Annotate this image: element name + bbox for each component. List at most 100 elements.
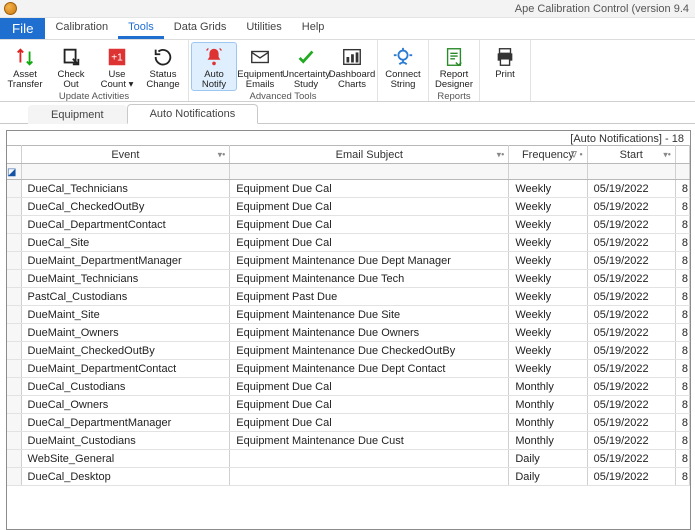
- grid-selector-header[interactable]: [7, 146, 21, 164]
- chart-icon: [341, 45, 363, 69]
- tab-auto-notifications[interactable]: Auto Notifications: [127, 104, 259, 124]
- table-cell: DueCal_DepartmentContact: [21, 216, 230, 234]
- grid-header-subject[interactable]: Email Subject▾•: [230, 146, 509, 164]
- equipment-emails-button[interactable]: EquipmentEmails: [237, 42, 283, 91]
- tab-equipment[interactable]: Equipment: [28, 105, 127, 124]
- table-cell: 05/19/2022: [587, 270, 675, 288]
- check-icon: [295, 45, 317, 69]
- table-cell: 8: [675, 396, 689, 414]
- table-cell: 8: [675, 360, 689, 378]
- table-row[interactable]: DueMaint_DepartmentContactEquipment Main…: [7, 360, 690, 378]
- table-cell: [7, 360, 21, 378]
- table-row[interactable]: WebSite_GeneralDaily05/19/20228: [7, 450, 690, 468]
- table-cell: Equipment Due Cal: [230, 414, 509, 432]
- table-cell: [7, 414, 21, 432]
- app-title: Ape Calibration Control (version 9.4: [515, 3, 689, 15]
- table-row[interactable]: DueCal_SiteEquipment Due CalWeekly05/19/…: [7, 234, 690, 252]
- table-cell: Weekly: [509, 342, 587, 360]
- table-cell: [7, 270, 21, 288]
- table-cell: [7, 180, 21, 198]
- dashboard-charts-button[interactable]: DashboardCharts: [329, 42, 375, 91]
- report-designer-button[interactable]: ReportDesigner: [431, 42, 477, 91]
- table-cell: 05/19/2022: [587, 378, 675, 396]
- table-cell: Equipment Due Cal: [230, 216, 509, 234]
- table-cell: [230, 450, 509, 468]
- table-row[interactable]: DueCal_CheckedOutByEquipment Due CalWeek…: [7, 198, 690, 216]
- table-row[interactable]: DueCal_DepartmentContactEquipment Due Ca…: [7, 216, 690, 234]
- table-row[interactable]: DueMaint_TechniciansEquipment Maintenanc…: [7, 270, 690, 288]
- table-cell: Daily: [509, 450, 587, 468]
- table-cell: 8: [675, 288, 689, 306]
- table-row[interactable]: DueCal_TechniciansEquipment Due CalWeekl…: [7, 180, 690, 198]
- table-cell: Equipment Due Cal: [230, 198, 509, 216]
- grid-title: [Auto Notifications] - 18: [7, 131, 690, 145]
- table-row[interactable]: DueCal_CustodiansEquipment Due CalMonthl…: [7, 378, 690, 396]
- uncertainty-study-button[interactable]: UncertaintyStudy: [283, 42, 329, 91]
- table-row[interactable]: DueMaint_CheckedOutByEquipment Maintenan…: [7, 342, 690, 360]
- table-cell: Equipment Past Due: [230, 288, 509, 306]
- ribbon-btn-label: Emails: [246, 80, 275, 90]
- ribbon-btn-label: String: [391, 80, 416, 90]
- table-cell: [7, 342, 21, 360]
- table-row[interactable]: DueCal_OwnersEquipment Due CalMonthly05/…: [7, 396, 690, 414]
- ribbon-group-label: Reports: [437, 91, 470, 103]
- connect-string-button[interactable]: ConnectString: [380, 42, 426, 91]
- table-cell: Monthly: [509, 378, 587, 396]
- menu-item-help[interactable]: Help: [292, 18, 335, 39]
- table-cell: Equipment Maintenance Due Tech: [230, 270, 509, 288]
- grid-table: Event▾• Email Subject▾• Frequency∇ • Sta…: [7, 145, 690, 486]
- table-cell: 05/19/2022: [587, 288, 675, 306]
- table-cell: Weekly: [509, 252, 587, 270]
- table-cell: Equipment Maintenance Due Dept Contact: [230, 360, 509, 378]
- grid-header-extra[interactable]: [675, 146, 689, 164]
- menu-item-tools[interactable]: Tools: [118, 18, 164, 39]
- menu-item-utilities[interactable]: Utilities: [236, 18, 291, 39]
- table-cell: Weekly: [509, 288, 587, 306]
- menu-item-calibration[interactable]: Calibration: [45, 18, 118, 39]
- table-cell: Equipment Due Cal: [230, 234, 509, 252]
- grid-header-start[interactable]: Start▾•: [587, 146, 675, 164]
- auto-notify-button[interactable]: AutoNotify: [191, 42, 237, 91]
- table-cell: Equipment Maintenance Due Site: [230, 306, 509, 324]
- asset-transfer-button[interactable]: AssetTransfer: [2, 42, 48, 91]
- status-icon: [152, 45, 174, 69]
- table-row[interactable]: DueMaint_DepartmentManagerEquipment Main…: [7, 252, 690, 270]
- grid-header-row: Event▾• Email Subject▾• Frequency∇ • Sta…: [7, 146, 690, 164]
- table-cell: [7, 234, 21, 252]
- check-out-button[interactable]: CheckOut: [48, 42, 94, 91]
- table-cell: 8: [675, 324, 689, 342]
- print-button[interactable]: Print: [482, 42, 528, 81]
- table-cell: Weekly: [509, 180, 587, 198]
- table-cell: DueMaint_DepartmentManager: [21, 252, 230, 270]
- table-cell: [7, 216, 21, 234]
- use-count-button[interactable]: +1UseCount ▾: [94, 42, 140, 91]
- table-cell: 8: [675, 468, 689, 486]
- file-menu-button[interactable]: File: [0, 18, 45, 39]
- table-row[interactable]: DueMaint_OwnersEquipment Maintenance Due…: [7, 324, 690, 342]
- app-icon: [4, 2, 17, 15]
- table-cell: 05/19/2022: [587, 450, 675, 468]
- table-row[interactable]: DueMaint_CustodiansEquipment Maintenance…: [7, 432, 690, 450]
- table-row[interactable]: DueCal_DesktopDaily05/19/20228: [7, 468, 690, 486]
- grid-header-event[interactable]: Event▾•: [21, 146, 230, 164]
- table-cell: DueCal_Site: [21, 234, 230, 252]
- filter-row-icon: ◪: [7, 167, 16, 178]
- report-icon: [443, 45, 465, 69]
- table-cell: [7, 198, 21, 216]
- table-row[interactable]: DueCal_DepartmentManagerEquipment Due Ca…: [7, 414, 690, 432]
- table-cell: [7, 378, 21, 396]
- table-cell: 8: [675, 432, 689, 450]
- table-cell: 05/19/2022: [587, 414, 675, 432]
- table-cell: Equipment Maintenance Due CheckedOutBy: [230, 342, 509, 360]
- table-cell: Equipment Maintenance Due Cust: [230, 432, 509, 450]
- grid-filter-row[interactable]: ◪: [7, 164, 690, 180]
- table-row[interactable]: PastCal_CustodiansEquipment Past DueWeek…: [7, 288, 690, 306]
- sort-glyph-icon: ▾•: [497, 149, 505, 160]
- grid-panel: [Auto Notifications] - 18 Event▾• Email …: [6, 130, 691, 530]
- table-row[interactable]: DueMaint_SiteEquipment Maintenance Due S…: [7, 306, 690, 324]
- table-cell: Weekly: [509, 234, 587, 252]
- grid-header-frequency[interactable]: Frequency∇ •: [509, 146, 587, 164]
- status-change-button[interactable]: StatusChange: [140, 42, 186, 91]
- menu-item-data-grids[interactable]: Data Grids: [164, 18, 237, 39]
- ribbon: AssetTransferCheckOut+1UseCount ▾StatusC…: [0, 40, 695, 102]
